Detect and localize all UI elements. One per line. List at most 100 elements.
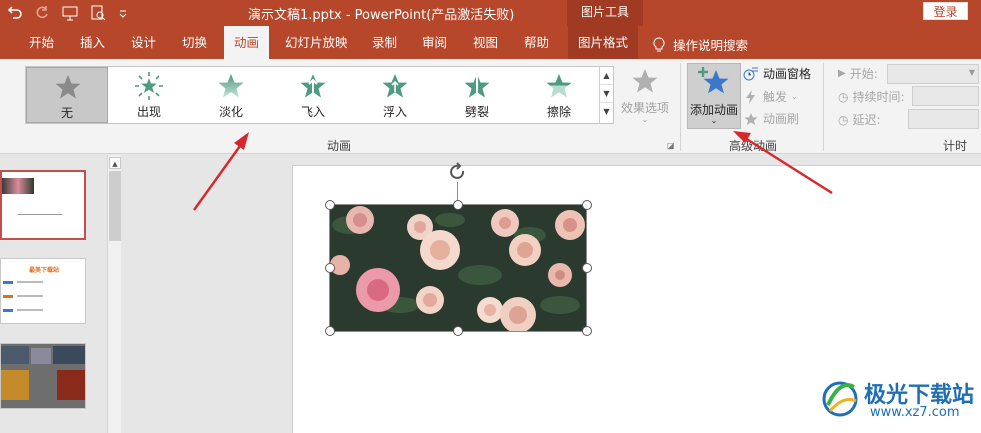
thumb-image (57, 370, 85, 400)
star-burst-icon (135, 72, 163, 100)
trigger-chevron-icon: ⌄ (791, 92, 798, 101)
animation-dialog-launcher-icon[interactable]: ◪ (667, 141, 675, 150)
slide-thumbnail-picture (2, 178, 34, 194)
tab-view[interactable]: 视图 (473, 26, 498, 59)
picture-tools-context-title: 图片工具 (567, 0, 643, 26)
from-beginning-icon[interactable] (62, 5, 78, 21)
tab-help[interactable]: 帮助 (524, 26, 549, 59)
picture-selection-border (329, 204, 587, 332)
tab-transitions[interactable]: 切换 (182, 26, 207, 59)
slide-thumbnail-2[interactable]: 最美下载站 (0, 258, 86, 324)
print-preview-icon[interactable] (90, 5, 106, 21)
resize-handle-bottom-right[interactable] (582, 326, 592, 336)
undo-icon[interactable] (6, 5, 24, 21)
anim-split-label: 劈裂 (464, 105, 489, 119)
anim-fade[interactable]: 淡化 (190, 67, 272, 123)
watermark-url: www.xz7.com (870, 405, 960, 420)
tab-picture-format[interactable]: 图片格式 (568, 26, 639, 59)
ribbon-tab-bar: 开始 插入 设计 切换 动画 幻灯片放映 录制 审阅 视图 帮助 图片格式 (0, 26, 981, 59)
add-animation-star-icon (698, 67, 729, 94)
anim-split[interactable]: 劈裂 (436, 67, 518, 123)
resize-handle-top-right[interactable] (582, 200, 592, 210)
login-button[interactable]: 登录 (923, 2, 968, 20)
animation-painter-button[interactable]: 动画刷 (743, 110, 799, 127)
timing-start-select[interactable]: ▼ (887, 64, 979, 84)
customize-qat-icon[interactable] (118, 5, 128, 21)
anim-fly-in[interactable]: 飞入 (272, 67, 354, 123)
tab-design[interactable]: 设计 (131, 26, 156, 59)
trigger-button[interactable]: 触发 ⌄ (743, 88, 798, 105)
tab-record[interactable]: 录制 (372, 26, 397, 59)
star-gray-icon (55, 75, 81, 99)
resize-handle-bottom-left[interactable] (325, 326, 335, 336)
thumbnail-scrollbar[interactable]: ▲ (107, 155, 121, 433)
effect-options-label: 效果选项 (620, 101, 669, 115)
thumb-image (1, 370, 29, 400)
resize-handle-bottom[interactable] (453, 326, 463, 336)
animation-painter-label: 动画刷 (763, 112, 800, 126)
anim-appear[interactable]: 出现 (108, 67, 190, 123)
timing-delay-input[interactable] (908, 109, 979, 129)
star-fly-icon (300, 74, 326, 98)
add-animation-chevron-icon: ⌄ (710, 116, 718, 125)
star-fade-icon (218, 74, 244, 98)
quick-access-toolbar (0, 0, 128, 26)
thumb-image (31, 348, 51, 364)
ribbon-separator (823, 63, 824, 151)
anim-appear-label: 出现 (136, 105, 161, 119)
play-icon: ▶ (838, 68, 846, 79)
slide-thumbnail-2-title: 最美下载站 (29, 267, 60, 274)
tab-home[interactable]: 开始 (29, 26, 54, 59)
animation-pane-icon (743, 67, 758, 80)
tab-slideshow[interactable]: 幻灯片放映 (285, 26, 348, 59)
timing-delay-row: ◷ 延迟: (838, 111, 881, 128)
group-label-timing: 计时 (943, 139, 968, 153)
effect-options-star-icon (632, 69, 658, 93)
gallery-scroll[interactable]: ▲ ▼ ▼ (599, 67, 613, 123)
tab-insert[interactable]: 插入 (80, 26, 105, 59)
slide-thumbnail-1[interactable] (0, 170, 86, 240)
timing-duration-row: ◷ 持续时间: (838, 88, 905, 105)
thumb-bullet (3, 309, 13, 312)
timing-delay-label: 延迟: (852, 113, 881, 127)
resize-handle-right[interactable] (582, 263, 592, 273)
star-wipe-icon (546, 74, 572, 98)
anim-float-in-label: 浮入 (382, 105, 407, 119)
resize-handle-top[interactable] (453, 200, 463, 210)
window-title: 演示文稿1.pptx - PowerPoint(产品激活失败) (248, 8, 515, 23)
resize-handle-top-left[interactable] (325, 200, 335, 210)
timing-duration-label: 持续时间: (852, 90, 905, 104)
gallery-more-icon[interactable]: ▼ (600, 103, 613, 121)
ribbon-animations: 无 出现 淡化 飞入 浮入 劈裂 擦除 ▲ ▼ ▼ 效果选项 ⌄ 动画 ◪ 添加… (0, 59, 981, 154)
timing-duration-input[interactable] (912, 86, 979, 106)
timing-start-label: 开始: (849, 67, 878, 81)
tab-review[interactable]: 审阅 (422, 26, 447, 59)
anim-float-in[interactable]: 浮入 (354, 67, 436, 123)
timing-start-chevron-icon: ▼ (968, 68, 975, 77)
group-label-animation: 动画 (327, 139, 352, 153)
scroll-up-icon[interactable]: ▲ (109, 157, 121, 169)
resize-handle-left[interactable] (325, 263, 335, 273)
rotate-handle-icon[interactable] (448, 162, 468, 182)
add-animation-button[interactable]: 添加动画 ⌄ (687, 63, 741, 129)
redo-icon[interactable] (36, 5, 50, 21)
slide-thumbnail-3[interactable] (0, 343, 86, 409)
thumb-text-line (17, 295, 43, 297)
anim-wipe[interactable]: 擦除 (518, 67, 600, 123)
delay-clock-icon: ◷ (838, 112, 849, 127)
thumb-image (1, 346, 29, 364)
tell-me-search[interactable]: 操作说明搜索 (653, 35, 748, 54)
tab-animations[interactable]: 动画 (224, 26, 270, 59)
star-float-icon (382, 74, 408, 98)
scrollbar-thumb[interactable] (109, 171, 121, 241)
clock-icon: ◷ (838, 89, 849, 104)
gallery-scroll-up-icon[interactable]: ▲ (600, 67, 613, 85)
animation-painter-icon (744, 112, 758, 125)
thumb-bullet (3, 295, 13, 298)
gallery-scroll-down-icon[interactable]: ▼ (600, 85, 613, 103)
effect-options-button[interactable]: 效果选项 ⌄ (617, 67, 673, 131)
slide-thumbnail-line (18, 214, 62, 215)
anim-none[interactable]: 无 (26, 67, 108, 123)
animation-pane-button[interactable]: 动画窗格 (743, 65, 811, 82)
lightbulb-icon (653, 36, 665, 51)
